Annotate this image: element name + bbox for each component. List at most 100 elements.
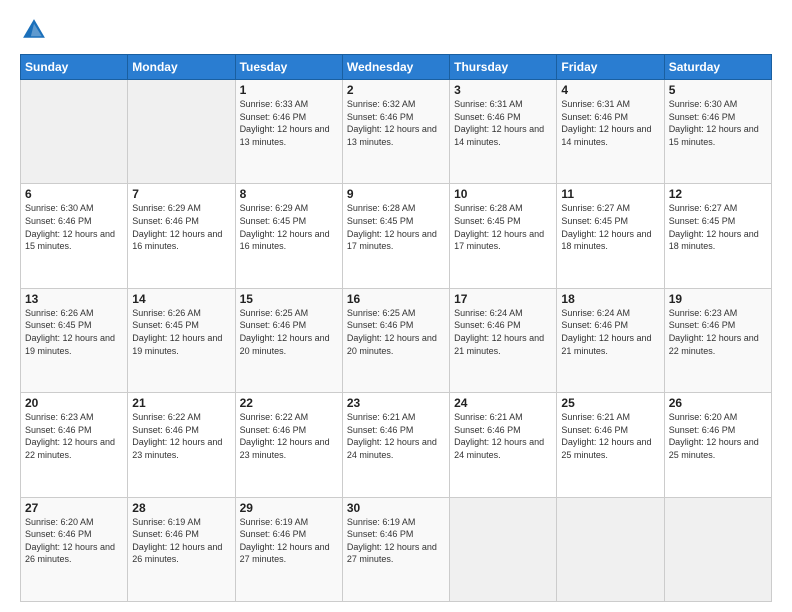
- day-info: Sunrise: 6:28 AMSunset: 6:45 PMDaylight:…: [347, 202, 445, 252]
- week-row-4: 20Sunrise: 6:23 AMSunset: 6:46 PMDayligh…: [21, 393, 772, 497]
- day-number: 3: [454, 83, 552, 97]
- day-info: Sunrise: 6:21 AMSunset: 6:46 PMDaylight:…: [454, 411, 552, 461]
- calendar-cell: 3Sunrise: 6:31 AMSunset: 6:46 PMDaylight…: [450, 80, 557, 184]
- day-info: Sunrise: 6:29 AMSunset: 6:46 PMDaylight:…: [132, 202, 230, 252]
- day-number: 17: [454, 292, 552, 306]
- calendar-cell: 13Sunrise: 6:26 AMSunset: 6:45 PMDayligh…: [21, 288, 128, 392]
- day-number: 5: [669, 83, 767, 97]
- day-number: 9: [347, 187, 445, 201]
- day-number: 19: [669, 292, 767, 306]
- day-number: 20: [25, 396, 123, 410]
- calendar-cell: 9Sunrise: 6:28 AMSunset: 6:45 PMDaylight…: [342, 184, 449, 288]
- day-number: 11: [561, 187, 659, 201]
- week-row-1: 1Sunrise: 6:33 AMSunset: 6:46 PMDaylight…: [21, 80, 772, 184]
- day-info: Sunrise: 6:19 AMSunset: 6:46 PMDaylight:…: [240, 516, 338, 566]
- day-info: Sunrise: 6:25 AMSunset: 6:46 PMDaylight:…: [347, 307, 445, 357]
- day-info: Sunrise: 6:19 AMSunset: 6:46 PMDaylight:…: [132, 516, 230, 566]
- day-info: Sunrise: 6:27 AMSunset: 6:45 PMDaylight:…: [669, 202, 767, 252]
- calendar-cell: 26Sunrise: 6:20 AMSunset: 6:46 PMDayligh…: [664, 393, 771, 497]
- day-info: Sunrise: 6:23 AMSunset: 6:46 PMDaylight:…: [25, 411, 123, 461]
- weekday-header-tuesday: Tuesday: [235, 55, 342, 80]
- calendar-cell: [21, 80, 128, 184]
- calendar-cell: 6Sunrise: 6:30 AMSunset: 6:46 PMDaylight…: [21, 184, 128, 288]
- calendar-cell: [557, 497, 664, 601]
- calendar-cell: 30Sunrise: 6:19 AMSunset: 6:46 PMDayligh…: [342, 497, 449, 601]
- weekday-header-sunday: Sunday: [21, 55, 128, 80]
- day-number: 14: [132, 292, 230, 306]
- calendar-cell: 8Sunrise: 6:29 AMSunset: 6:45 PMDaylight…: [235, 184, 342, 288]
- day-info: Sunrise: 6:21 AMSunset: 6:46 PMDaylight:…: [561, 411, 659, 461]
- calendar-cell: [664, 497, 771, 601]
- day-info: Sunrise: 6:28 AMSunset: 6:45 PMDaylight:…: [454, 202, 552, 252]
- calendar-cell: 18Sunrise: 6:24 AMSunset: 6:46 PMDayligh…: [557, 288, 664, 392]
- week-row-2: 6Sunrise: 6:30 AMSunset: 6:46 PMDaylight…: [21, 184, 772, 288]
- day-number: 4: [561, 83, 659, 97]
- day-number: 15: [240, 292, 338, 306]
- calendar-cell: [450, 497, 557, 601]
- day-info: Sunrise: 6:24 AMSunset: 6:46 PMDaylight:…: [454, 307, 552, 357]
- day-info: Sunrise: 6:33 AMSunset: 6:46 PMDaylight:…: [240, 98, 338, 148]
- day-info: Sunrise: 6:23 AMSunset: 6:46 PMDaylight:…: [669, 307, 767, 357]
- calendar-cell: 10Sunrise: 6:28 AMSunset: 6:45 PMDayligh…: [450, 184, 557, 288]
- calendar-cell: 28Sunrise: 6:19 AMSunset: 6:46 PMDayligh…: [128, 497, 235, 601]
- day-number: 25: [561, 396, 659, 410]
- weekday-header-thursday: Thursday: [450, 55, 557, 80]
- day-info: Sunrise: 6:25 AMSunset: 6:46 PMDaylight:…: [240, 307, 338, 357]
- day-number: 21: [132, 396, 230, 410]
- day-number: 10: [454, 187, 552, 201]
- day-number: 27: [25, 501, 123, 515]
- day-number: 6: [25, 187, 123, 201]
- day-info: Sunrise: 6:31 AMSunset: 6:46 PMDaylight:…: [454, 98, 552, 148]
- calendar-cell: 19Sunrise: 6:23 AMSunset: 6:46 PMDayligh…: [664, 288, 771, 392]
- day-number: 16: [347, 292, 445, 306]
- day-info: Sunrise: 6:22 AMSunset: 6:46 PMDaylight:…: [132, 411, 230, 461]
- day-number: 26: [669, 396, 767, 410]
- day-number: 7: [132, 187, 230, 201]
- calendar-cell: 15Sunrise: 6:25 AMSunset: 6:46 PMDayligh…: [235, 288, 342, 392]
- calendar-cell: 21Sunrise: 6:22 AMSunset: 6:46 PMDayligh…: [128, 393, 235, 497]
- day-number: 22: [240, 396, 338, 410]
- calendar-cell: 11Sunrise: 6:27 AMSunset: 6:45 PMDayligh…: [557, 184, 664, 288]
- day-number: 12: [669, 187, 767, 201]
- day-info: Sunrise: 6:19 AMSunset: 6:46 PMDaylight:…: [347, 516, 445, 566]
- calendar-cell: 17Sunrise: 6:24 AMSunset: 6:46 PMDayligh…: [450, 288, 557, 392]
- day-number: 30: [347, 501, 445, 515]
- calendar-cell: 27Sunrise: 6:20 AMSunset: 6:46 PMDayligh…: [21, 497, 128, 601]
- day-info: Sunrise: 6:30 AMSunset: 6:46 PMDaylight:…: [25, 202, 123, 252]
- page: SundayMondayTuesdayWednesdayThursdayFrid…: [0, 0, 792, 612]
- week-row-3: 13Sunrise: 6:26 AMSunset: 6:45 PMDayligh…: [21, 288, 772, 392]
- day-number: 13: [25, 292, 123, 306]
- day-info: Sunrise: 6:21 AMSunset: 6:46 PMDaylight:…: [347, 411, 445, 461]
- weekday-header-friday: Friday: [557, 55, 664, 80]
- logo: [20, 16, 52, 44]
- calendar-cell: 25Sunrise: 6:21 AMSunset: 6:46 PMDayligh…: [557, 393, 664, 497]
- calendar-table: SundayMondayTuesdayWednesdayThursdayFrid…: [20, 54, 772, 602]
- calendar-cell: 22Sunrise: 6:22 AMSunset: 6:46 PMDayligh…: [235, 393, 342, 497]
- calendar-cell: 14Sunrise: 6:26 AMSunset: 6:45 PMDayligh…: [128, 288, 235, 392]
- calendar-cell: 1Sunrise: 6:33 AMSunset: 6:46 PMDaylight…: [235, 80, 342, 184]
- weekday-header-wednesday: Wednesday: [342, 55, 449, 80]
- weekday-header-monday: Monday: [128, 55, 235, 80]
- weekday-header-saturday: Saturday: [664, 55, 771, 80]
- day-info: Sunrise: 6:32 AMSunset: 6:46 PMDaylight:…: [347, 98, 445, 148]
- calendar-cell: 29Sunrise: 6:19 AMSunset: 6:46 PMDayligh…: [235, 497, 342, 601]
- day-info: Sunrise: 6:26 AMSunset: 6:45 PMDaylight:…: [25, 307, 123, 357]
- calendar-cell: 2Sunrise: 6:32 AMSunset: 6:46 PMDaylight…: [342, 80, 449, 184]
- day-info: Sunrise: 6:24 AMSunset: 6:46 PMDaylight:…: [561, 307, 659, 357]
- day-info: Sunrise: 6:26 AMSunset: 6:45 PMDaylight:…: [132, 307, 230, 357]
- day-info: Sunrise: 6:20 AMSunset: 6:46 PMDaylight:…: [669, 411, 767, 461]
- calendar-cell: 20Sunrise: 6:23 AMSunset: 6:46 PMDayligh…: [21, 393, 128, 497]
- header: [20, 16, 772, 44]
- calendar-cell: 12Sunrise: 6:27 AMSunset: 6:45 PMDayligh…: [664, 184, 771, 288]
- day-number: 23: [347, 396, 445, 410]
- calendar-cell: [128, 80, 235, 184]
- calendar-cell: 24Sunrise: 6:21 AMSunset: 6:46 PMDayligh…: [450, 393, 557, 497]
- day-number: 24: [454, 396, 552, 410]
- week-row-5: 27Sunrise: 6:20 AMSunset: 6:46 PMDayligh…: [21, 497, 772, 601]
- logo-icon: [20, 16, 48, 44]
- calendar-cell: 4Sunrise: 6:31 AMSunset: 6:46 PMDaylight…: [557, 80, 664, 184]
- day-number: 18: [561, 292, 659, 306]
- day-number: 1: [240, 83, 338, 97]
- day-info: Sunrise: 6:22 AMSunset: 6:46 PMDaylight:…: [240, 411, 338, 461]
- day-number: 2: [347, 83, 445, 97]
